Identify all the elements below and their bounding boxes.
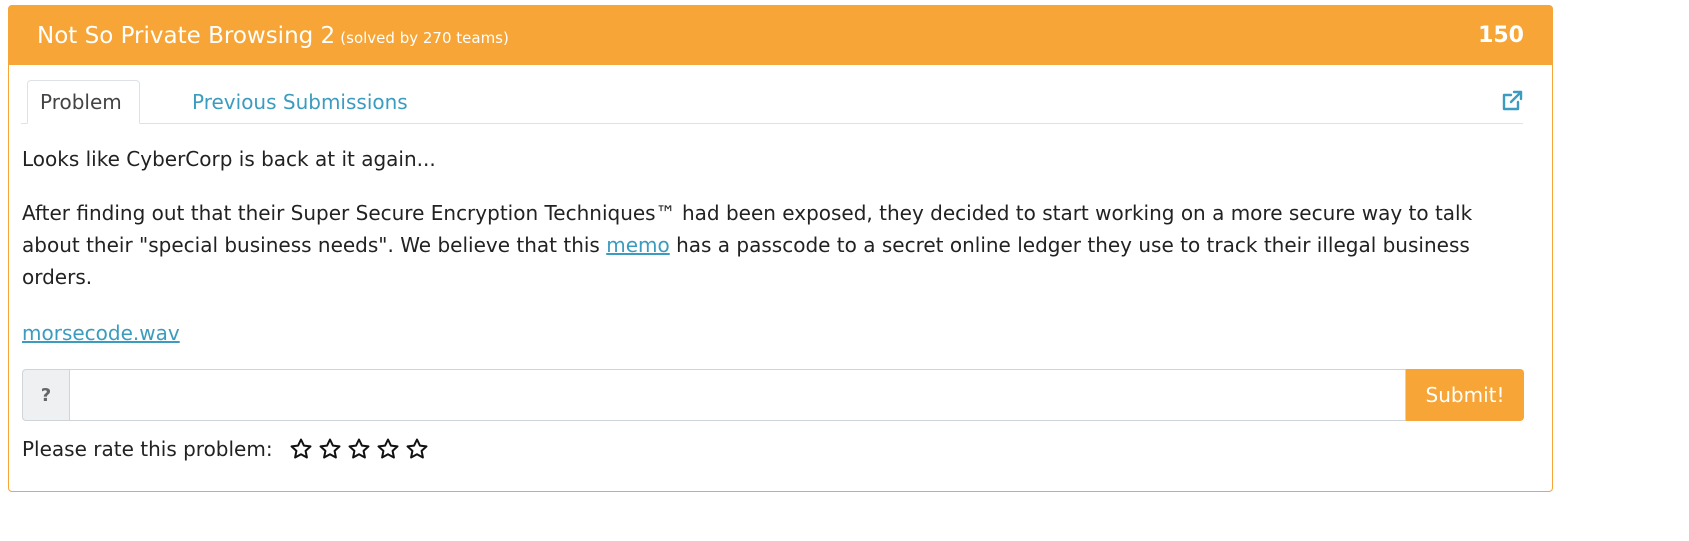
problem-body: After finding out that their Super Secur… (22, 197, 1522, 293)
problem-intro: Looks like CyberCorp is back at it again… (22, 147, 436, 171)
submit-button[interactable]: Submit! (1406, 369, 1524, 421)
tab-problem[interactable]: Problem (27, 80, 140, 124)
attachment: morsecode.wav (22, 317, 180, 349)
star-outline-icon[interactable] (318, 437, 342, 461)
problem-tabs: Problem Previous Submissions (21, 80, 1523, 124)
problem-header[interactable]: Not So Private Browsing 2 (solved by 270… (9, 6, 1552, 65)
solved-count: (solved by 270 teams) (340, 28, 509, 47)
flag-submission-form: ? Submit! (22, 369, 1524, 421)
morsecode-file-link[interactable]: morsecode.wav (22, 321, 180, 345)
flag-input[interactable] (69, 369, 1406, 421)
star-outline-icon[interactable] (376, 437, 400, 461)
star-outline-icon[interactable] (289, 437, 313, 461)
star-outline-icon[interactable] (405, 437, 429, 461)
rating-stars (289, 437, 434, 461)
problem-points: 150 (1478, 23, 1524, 48)
rating-label: Please rate this problem: (22, 437, 273, 461)
tab-previous-submissions[interactable]: Previous Submissions (192, 80, 408, 123)
question-mark-icon: ? (22, 369, 69, 421)
external-link-icon[interactable] (1500, 89, 1524, 113)
problem-title-group: Not So Private Browsing 2 (solved by 270… (37, 23, 509, 49)
memo-link[interactable]: memo (606, 233, 670, 257)
problem-title: Not So Private Browsing 2 (37, 22, 336, 49)
star-outline-icon[interactable] (347, 437, 371, 461)
rating-row: Please rate this problem: (22, 433, 434, 465)
